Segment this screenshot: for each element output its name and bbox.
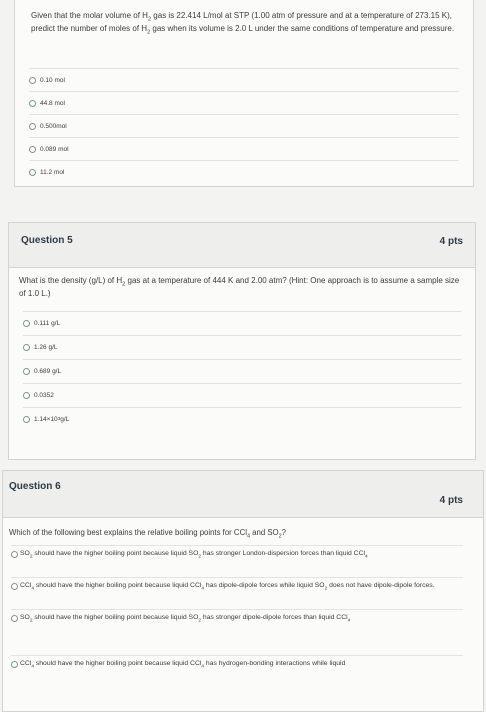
question-6-header: Question 6 4 pts [3,471,483,518]
answer-option[interactable]: SO2 should have the higher boiling point… [11,613,463,623]
radio-button[interactable] [29,168,36,176]
quiz-page: Given that the molar volume of H2 gas is… [0,0,486,712]
radio-button[interactable] [29,145,36,153]
answer-option[interactable]: 0.500mol [29,114,459,137]
answer-option[interactable]: CCl4 should have the higher boiling poin… [11,659,463,669]
question-6-text: Which of the following best explains the… [9,528,286,540]
radio-button[interactable] [11,583,18,590]
radio-button[interactable] [11,615,18,622]
question-6-title: Question 6 [9,481,61,492]
answer-option[interactable]: 11.2 mol [29,160,459,183]
answer-option[interactable]: 1.26 g/L [23,335,461,358]
divider [11,577,463,578]
answer-option[interactable]: 0.089 mol [29,137,459,160]
radio-button[interactable] [23,367,30,375]
radio-button[interactable] [23,319,30,327]
radio-button[interactable] [23,343,30,351]
answer-option[interactable]: SO2 should have the higher boiling point… [11,549,463,559]
question-6-points: 4 pts [439,495,463,506]
answer-option[interactable]: 1.14×10 3 g/L [23,407,461,430]
radio-button[interactable] [11,551,18,558]
radio-button[interactable] [29,122,36,130]
question-5-header: Question 5 4 pts [9,223,475,268]
radio-button[interactable] [23,391,30,399]
question-4-card: Given that the molar volume of H2 gas is… [14,0,474,187]
question-5-title: Question 5 [21,235,73,246]
question-5-text: What is the density (g/L) of H2 gas at a… [19,276,460,298]
divider [11,609,463,610]
answer-option[interactable]: 0.689 g/L [23,359,461,382]
radio-button[interactable] [29,76,36,84]
answer-option[interactable]: 44.8 mol [29,91,459,114]
question-6-card: Question 6 4 pts Which of the following … [2,470,484,712]
answer-option[interactable]: 0.10 mol [29,68,459,91]
radio-button[interactable] [23,415,30,423]
answer-option[interactable]: CCl4 should have the higher boiling poin… [11,581,463,591]
question-5-points: 4 pts [439,236,463,247]
answer-option[interactable]: 0.0352 [23,383,461,406]
divider [11,545,463,546]
divider [11,655,463,656]
question-5-card: Question 5 4 pts What is the density (g/… [8,222,476,460]
answer-option[interactable]: 0.111 g/L [23,311,461,334]
question-4-text: Given that the molar volume of H2 gas is… [31,11,455,36]
radio-button[interactable] [11,661,18,668]
radio-button[interactable] [29,99,36,107]
